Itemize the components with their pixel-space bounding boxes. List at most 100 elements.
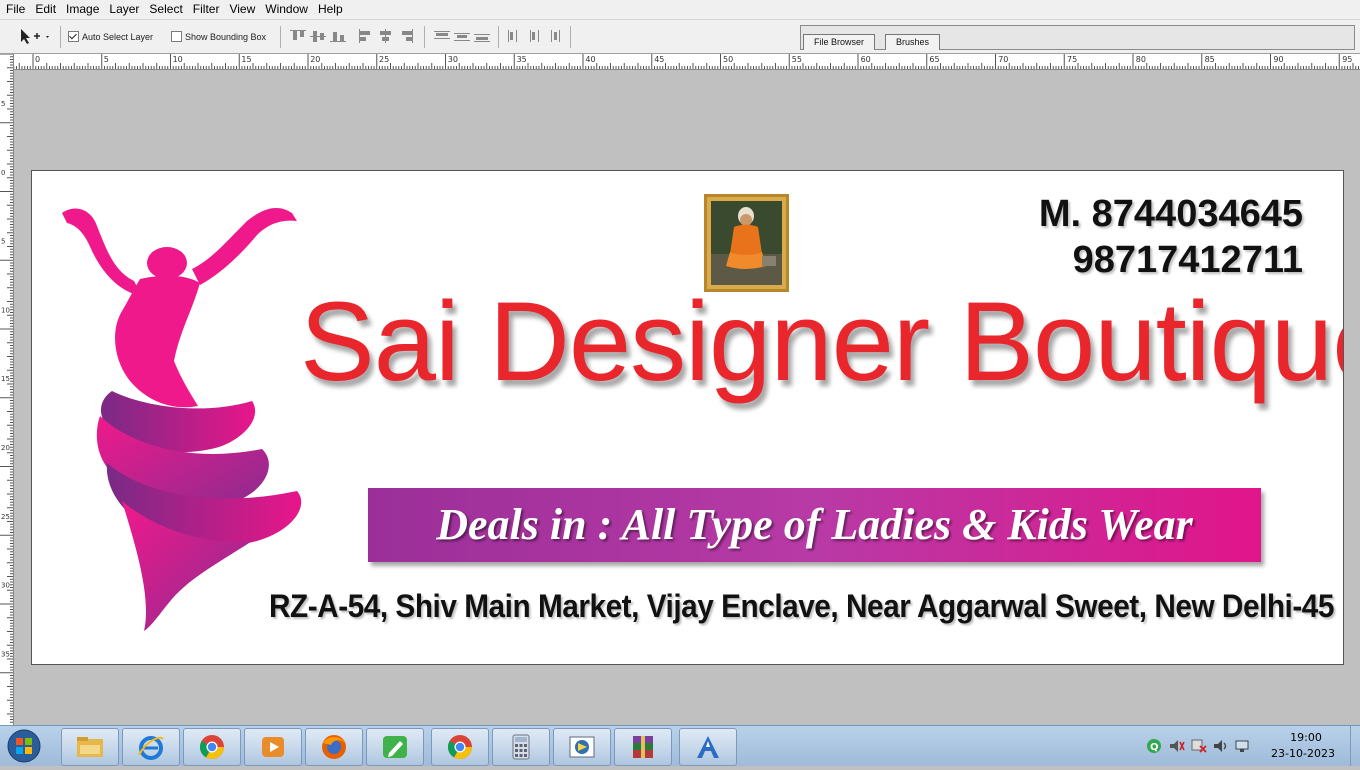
ruler-label: 50 bbox=[723, 55, 733, 64]
chrome-alt-icon bbox=[447, 735, 472, 760]
network-flag-icon[interactable] bbox=[1190, 738, 1208, 754]
chrome-icon bbox=[199, 735, 224, 760]
firefox-icon bbox=[322, 735, 346, 759]
deals-text: Deals in : All Type of Ladies & Kids Wea… bbox=[436, 500, 1193, 549]
taskbar-notepad[interactable] bbox=[366, 728, 424, 766]
ruler-label: 40 bbox=[585, 55, 595, 64]
show-bounding-box-checkbox[interactable]: Show Bounding Box bbox=[171, 31, 266, 42]
deals-banner: Deals in : All Type of Ladies & Kids Wea… bbox=[368, 488, 1261, 562]
clock-date[interactable]: 23-10-2023 bbox=[1270, 747, 1336, 760]
quickheal-icon[interactable]: Q bbox=[1146, 738, 1162, 754]
internet-explorer-icon bbox=[138, 736, 164, 760]
separator bbox=[60, 26, 61, 48]
ruler-label: 15 bbox=[1, 375, 10, 383]
ruler-label: 85 bbox=[1205, 55, 1215, 64]
speaker-muted-icon[interactable] bbox=[1168, 738, 1186, 754]
notepad-icon bbox=[383, 736, 407, 758]
separator bbox=[280, 26, 281, 48]
menu-file[interactable]: File bbox=[0, 0, 30, 16]
menu-window[interactable]: Window bbox=[260, 0, 313, 16]
distribute-top-icon[interactable] bbox=[434, 29, 450, 43]
dancer-logo-icon bbox=[62, 207, 302, 631]
volume-icon[interactable] bbox=[1212, 738, 1230, 754]
separator bbox=[424, 26, 425, 48]
ruler-label: 35 bbox=[517, 55, 527, 64]
ruler-label: 75 bbox=[1067, 55, 1077, 64]
boutique-title: Sai Designer Boutique bbox=[300, 279, 1344, 404]
taskbar-calculator[interactable] bbox=[492, 728, 550, 766]
ruler-label: 30 bbox=[448, 55, 458, 64]
auto-select-layer-checkbox[interactable]: Auto Select Layer bbox=[68, 31, 153, 42]
checkbox-box bbox=[68, 31, 79, 42]
align-top-edges-icon[interactable] bbox=[290, 29, 306, 43]
ruler-label: 0 bbox=[1, 169, 5, 177]
move-tool-icon[interactable] bbox=[18, 27, 52, 47]
ruler-label: 10 bbox=[1, 306, 10, 314]
address-text: RZ-A-54, Shiv Main Market, Vijay Enclave… bbox=[269, 588, 1334, 624]
ruler-label: 70 bbox=[998, 55, 1008, 64]
align-horizontal-centers-icon[interactable] bbox=[378, 29, 394, 43]
taskbar-media-player[interactable] bbox=[244, 728, 302, 766]
menu-view[interactable]: View bbox=[224, 0, 260, 16]
taskbar-photo-viewer[interactable] bbox=[553, 728, 611, 766]
taskbar-app-a[interactable] bbox=[679, 728, 737, 766]
ruler-label: 25 bbox=[1, 513, 10, 521]
menu-layer[interactable]: Layer bbox=[104, 0, 144, 16]
ruler-label: 35 bbox=[1, 650, 10, 658]
checkbox-box bbox=[171, 31, 182, 42]
ruler-label: 5 bbox=[1, 238, 5, 246]
separator bbox=[498, 26, 499, 48]
ruler-label: 25 bbox=[379, 55, 389, 64]
menu-filter[interactable]: Filter bbox=[188, 0, 225, 16]
photo-viewer-icon bbox=[569, 736, 595, 758]
start-button[interactable] bbox=[4, 727, 44, 765]
distribute-left-icon[interactable] bbox=[506, 29, 522, 43]
ruler-label: 20 bbox=[1, 444, 10, 452]
tab-file-browser[interactable]: File Browser bbox=[803, 34, 876, 50]
distribute-horizontal-icon[interactable] bbox=[526, 29, 542, 43]
menu-select[interactable]: Select bbox=[144, 0, 187, 16]
show-desktop-button[interactable] bbox=[1350, 726, 1360, 766]
ruler-label: 15 bbox=[241, 55, 251, 64]
phone-number-2: 98717412711 bbox=[1072, 239, 1303, 281]
tab-brushes[interactable]: Brushes bbox=[885, 34, 941, 50]
menu-help[interactable]: Help bbox=[313, 0, 348, 16]
taskbar-firefox[interactable] bbox=[305, 728, 363, 766]
align-left-edges-icon[interactable] bbox=[358, 29, 374, 43]
taskbar-winrar[interactable] bbox=[614, 728, 672, 766]
taskbar-file-explorer[interactable] bbox=[61, 728, 119, 766]
ruler-label: 55 bbox=[792, 55, 802, 64]
ruler-left: 5 0 5 10 15 20 25 30 35 bbox=[0, 54, 14, 725]
network-icon[interactable] bbox=[1234, 738, 1252, 754]
menu-image[interactable]: Image bbox=[61, 0, 104, 16]
clock-time[interactable]: 19:00 bbox=[1278, 731, 1334, 744]
media-player-icon bbox=[262, 737, 284, 757]
taskbar-chrome[interactable] bbox=[183, 728, 241, 766]
svg-text:Q: Q bbox=[1150, 742, 1159, 753]
app-a-icon bbox=[697, 736, 719, 758]
palette-well: File Browser Brushes bbox=[800, 25, 1355, 50]
phone-number-1: M. 8744034645 bbox=[1038, 193, 1303, 235]
ruler-label: 5 bbox=[1, 100, 5, 108]
distribute-right-icon[interactable] bbox=[546, 29, 562, 43]
ruler-label: 30 bbox=[1, 582, 10, 590]
distribute-center-icon[interactable] bbox=[454, 29, 470, 43]
align-vertical-centers-icon[interactable] bbox=[310, 29, 326, 43]
ruler-label: 10 bbox=[173, 55, 183, 64]
ruler-label: 95 bbox=[1342, 55, 1352, 64]
show-bounding-box-label: Show Bounding Box bbox=[185, 31, 267, 42]
menu-edit[interactable]: Edit bbox=[30, 0, 61, 16]
taskbar-chrome-alt[interactable] bbox=[431, 728, 489, 766]
winrar-icon bbox=[633, 736, 653, 758]
ruler-top: 0 5 10 15 20 25 30 35 40 45 50 55 60 65 70 75 80 85 90 95 bbox=[13, 54, 1360, 70]
taskbar-internet-explorer[interactable] bbox=[122, 728, 180, 766]
align-right-edges-icon[interactable] bbox=[398, 29, 414, 43]
ruler-label: 45 bbox=[654, 55, 664, 64]
distribute-bottom-icon[interactable] bbox=[474, 29, 490, 43]
file-explorer-icon bbox=[77, 737, 103, 757]
separator bbox=[570, 26, 571, 48]
document-canvas[interactable]: M. 8744034645 98717412711 Sai Designer B… bbox=[31, 170, 1344, 665]
align-bottom-edges-icon[interactable] bbox=[330, 29, 346, 43]
ruler-label: 5 bbox=[104, 55, 109, 64]
ruler-label: 80 bbox=[1136, 55, 1146, 64]
